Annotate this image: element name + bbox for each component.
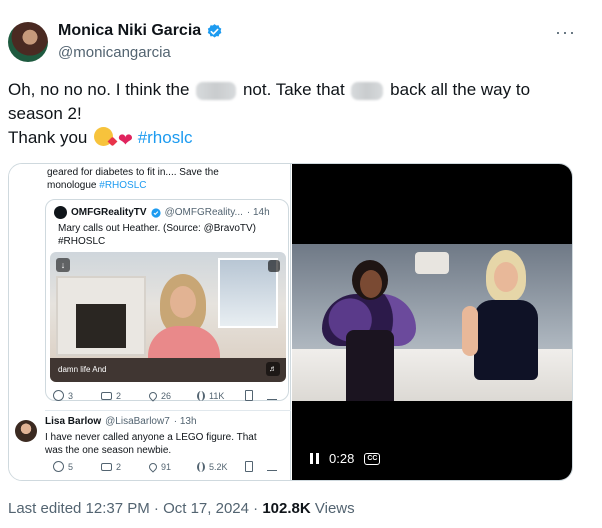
fireplace-scene: [56, 276, 146, 356]
author-name-row: Monica Niki Garcia: [58, 22, 223, 40]
like-count: 91: [147, 460, 197, 473]
reply-icon: [53, 461, 64, 472]
screenshot-top-text: geared for diabetes to fit in.... Save t…: [47, 166, 287, 192]
count: 2: [116, 390, 122, 401]
tweet-line-2: season 2!: [8, 104, 82, 123]
tweet-header: Monica Niki Garcia @monicangarcia ···: [8, 18, 594, 66]
reply-avatar: [15, 420, 37, 442]
bookmark-icon: [245, 390, 253, 401]
count: 26: [161, 390, 172, 401]
quoted-tweet-header: OMFGRealityTV @OMFGReality... · 14h: [54, 206, 270, 219]
screenshot-hashtag: #RHOSLC: [99, 180, 147, 191]
retweet-icon: [101, 391, 112, 400]
tweet-text-segment: not. Take that: [242, 80, 345, 99]
bookmark: [245, 461, 267, 472]
bookmark-icon: [245, 461, 253, 472]
quoted-author-name: OMFGRealityTV: [71, 207, 147, 218]
views-label: Views: [314, 500, 355, 517]
screenshot-text-segment: monologue: [47, 180, 97, 191]
volume-icon: ♬: [266, 362, 280, 376]
count: 11K: [209, 390, 225, 401]
video-controls: 0:28 CC: [310, 451, 381, 466]
tweet-text-segment: back all the way to: [390, 80, 531, 99]
views-count: 5.2K: [197, 461, 245, 472]
kissing-face-emoji-icon: [94, 127, 114, 146]
grid-icon: [268, 260, 280, 272]
reply-time: · 13h: [173, 416, 197, 427]
author-handle[interactable]: @monicangarcia: [58, 44, 171, 61]
reply-count: 3: [53, 390, 101, 401]
verified-badge-icon: [150, 207, 161, 218]
edited-timestamp[interactable]: Last edited 12:37 PM · Oct 17, 2024 ·: [8, 500, 258, 517]
quoted-author-handle: @OMFGReality...: [164, 207, 243, 218]
count: 2: [116, 461, 122, 472]
blurred-word-1: [196, 81, 237, 100]
tweet-text-segment: Oh, no no no. I think the: [8, 80, 190, 99]
like-count: 26: [147, 389, 197, 402]
woman-blonde-figure: [460, 250, 552, 401]
heart-icon: [147, 389, 159, 402]
count: 5.2K: [209, 461, 228, 472]
tweet-text-segment: Thank you: [8, 128, 88, 147]
retweet-count: 2: [101, 391, 149, 401]
screenshot-action-bar: 3 2 26 11K: [53, 389, 289, 402]
tweet-meta: Last edited 12:37 PM · Oct 17, 2024 · 10…: [8, 500, 355, 517]
woman-purple-feathers-figure: [322, 260, 416, 401]
blurred-word-2: [351, 81, 384, 100]
count: 5: [68, 461, 74, 472]
screenshot-image[interactable]: geared for diabetes to fit in.... Save t…: [9, 164, 291, 480]
reply-icon: [53, 390, 64, 401]
retweet-icon: [101, 462, 112, 471]
reply-action-bar: 5 2 91 5.2K: [53, 460, 289, 473]
views-icon: [197, 461, 205, 472]
hashtag-link[interactable]: #rhoslc: [138, 128, 193, 147]
count: 91: [161, 461, 172, 472]
tweet-body: Oh, no no no. I think the not. Take that…: [8, 78, 568, 150]
tweet-line-1: Oh, no no no. I think the not. Take that…: [8, 78, 568, 102]
reply-header: Lisa Barlow @LisaBarlow7 · 13h: [45, 416, 291, 427]
reply-text: I have never called anyone a LEGO figure…: [45, 432, 257, 456]
reply-author-handle: @LisaBarlow7: [105, 416, 170, 427]
screenshot-text-line: monologue #RHOSLC: [47, 179, 287, 192]
heart-icon: [147, 460, 159, 473]
reply-count: 5: [53, 461, 101, 472]
tweet-line-3: Thank you ❤ #rhoslc: [8, 126, 568, 150]
verified-badge-icon: [207, 23, 222, 38]
views-count: 11K: [197, 390, 245, 401]
video-player[interactable]: 0:28 CC: [292, 164, 572, 480]
red-heart-emoji-icon: ❤: [117, 130, 133, 150]
video-caption: damn life And: [58, 365, 107, 374]
media-grid: geared for diabetes to fit in.... Save t…: [8, 163, 573, 481]
quoted-time: · 14h: [246, 207, 270, 218]
author-avatar[interactable]: [8, 22, 48, 62]
views-icon: [197, 390, 205, 401]
lamp-scene: [415, 252, 449, 274]
video-time: 0:28: [329, 451, 355, 466]
retweet-count: 2: [101, 462, 149, 472]
download-icon: ↓: [56, 258, 70, 272]
share: [267, 462, 277, 471]
captions-icon[interactable]: CC: [364, 452, 381, 465]
reply-tweet: Lisa Barlow @LisaBarlow7 · 13h I have ne…: [15, 416, 291, 457]
pause-icon[interactable]: [310, 453, 319, 464]
quoted-avatar: [54, 206, 67, 219]
reply-divider: [45, 410, 291, 411]
share: [267, 391, 277, 400]
author-name[interactable]: Monica Niki Garcia: [58, 22, 201, 40]
more-options-icon[interactable]: ···: [555, 22, 576, 42]
screenshot-text-line: geared for diabetes to fit in.... Save t…: [47, 167, 219, 178]
bookmark: [245, 390, 267, 401]
share-icon: [267, 462, 277, 471]
quoted-tweet-card: OMFGRealityTV @OMFGReality... · 14h Mary…: [45, 199, 289, 401]
reply-author-name: Lisa Barlow: [45, 416, 102, 427]
count: 3: [68, 390, 74, 401]
share-icon: [267, 391, 277, 400]
quoted-video-thumbnail: ↓ ♬ damn life And: [50, 252, 286, 382]
views-count: 102.8K: [262, 500, 311, 517]
video-frame: [292, 244, 572, 401]
quoted-tweet-text: Mary calls out Heather. (Source: @BravoT…: [58, 223, 256, 247]
